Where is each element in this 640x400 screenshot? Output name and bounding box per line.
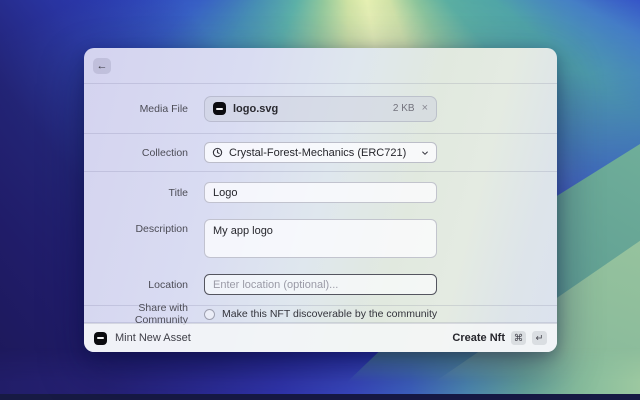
details-section: Title Description My app logo Location <box>84 172 557 306</box>
share-checkbox[interactable] <box>204 309 215 320</box>
remove-file-icon[interactable]: × <box>422 103 428 114</box>
footer-app-name: Mint New Asset <box>115 332 191 344</box>
wallpaper-bottom-band <box>0 348 640 400</box>
footer-app: Mint New Asset <box>94 332 191 345</box>
mint-asset-window: ← Media File logo.svg 2 KB × Collection <box>84 48 557 352</box>
return-key-icon: ↵ <box>532 331 547 345</box>
window-footer: Mint New Asset Create Nft ⌘ ↵ <box>84 323 557 352</box>
wallpaper-bottom-bar <box>0 394 640 400</box>
clock-icon <box>212 147 223 158</box>
collection-selected-value: Crystal-Forest-Mechanics (ERC721) <box>229 147 406 159</box>
location-input[interactable] <box>204 274 437 295</box>
title-input[interactable] <box>204 182 437 203</box>
app-icon <box>94 332 107 345</box>
desktop: ← Media File logo.svg 2 KB × Collection <box>0 0 640 400</box>
description-label: Description <box>84 219 188 235</box>
description-input[interactable]: My app logo <box>204 219 437 258</box>
media-file-label: Media File <box>84 103 188 115</box>
file-name: logo.svg <box>233 103 278 115</box>
collection-label: Collection <box>84 147 188 159</box>
back-arrow-icon: ← <box>97 60 108 72</box>
create-nft-label: Create Nft <box>452 332 505 344</box>
share-row: Share with Community Make this NFT disco… <box>84 306 557 323</box>
collection-select[interactable]: Crystal-Forest-Mechanics (ERC721) <box>204 142 437 163</box>
media-file-chip[interactable]: logo.svg 2 KB × <box>204 96 437 122</box>
create-nft-button[interactable]: Create Nft ⌘ ↵ <box>452 331 547 345</box>
command-key-icon: ⌘ <box>511 331 526 345</box>
file-type-icon <box>213 102 226 115</box>
back-button[interactable]: ← <box>93 58 111 74</box>
collection-row: Collection Crystal-Forest-Mechanics (ERC… <box>84 134 557 172</box>
file-size: 2 KB <box>393 103 415 114</box>
location-label: Location <box>84 279 188 291</box>
chevron-down-icon <box>421 149 429 157</box>
description-row: Description My app logo <box>84 219 557 258</box>
title-label: Title <box>84 187 188 199</box>
window-header: ← <box>84 48 557 84</box>
location-row: Location <box>84 274 557 295</box>
share-checkbox-label: Make this NFT discoverable by the commun… <box>222 308 437 320</box>
title-row: Title <box>84 182 557 203</box>
media-file-row: Media File logo.svg 2 KB × <box>84 84 557 134</box>
